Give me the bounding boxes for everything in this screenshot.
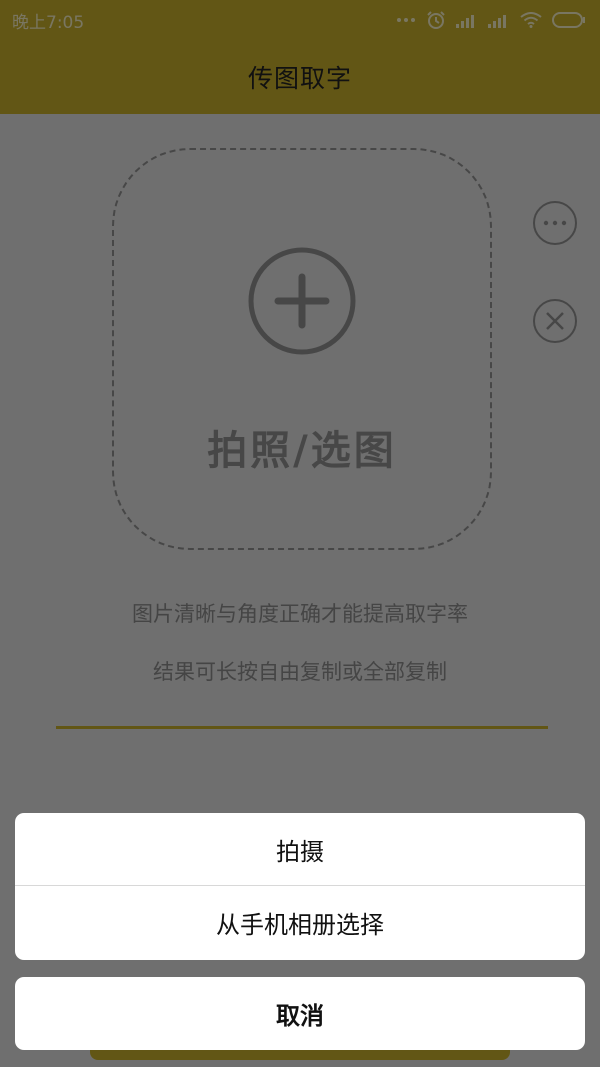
choose-from-album-option[interactable]: 从手机相册选择 xyxy=(15,886,585,959)
action-sheet-options: 拍摄 从手机相册选择 xyxy=(15,813,585,960)
action-sheet-cancel: 取消 xyxy=(15,977,585,1050)
take-photo-option[interactable]: 拍摄 xyxy=(15,813,585,886)
cancel-button[interactable]: 取消 xyxy=(15,977,585,1050)
